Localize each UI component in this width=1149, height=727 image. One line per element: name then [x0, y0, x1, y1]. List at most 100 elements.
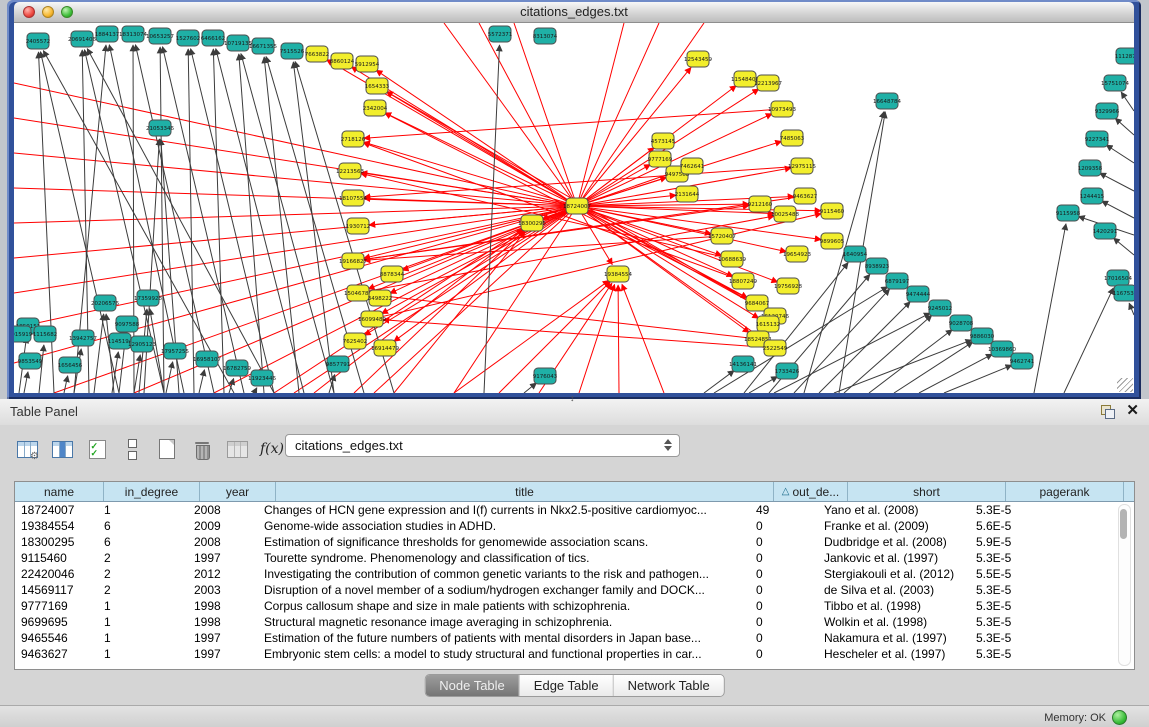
- citation-edge-black[interactable]: [64, 376, 68, 393]
- graph-node[interactable]: 10688639: [718, 251, 746, 267]
- citation-edge-black[interactable]: [24, 372, 28, 393]
- graph-node[interactable]: 1244415: [1080, 188, 1105, 204]
- table-cell[interactable]: 1: [98, 630, 188, 646]
- graph-node[interactable]: 1527602: [176, 30, 201, 46]
- table-cell[interactable]: Corpus callosum shape and size in male p…: [258, 598, 750, 614]
- table-cell[interactable]: 18300295: [15, 534, 98, 550]
- table-cell[interactable]: 49: [750, 502, 818, 518]
- table-cell[interactable]: 6: [98, 534, 188, 550]
- citation-edge-red[interactable]: [444, 23, 577, 206]
- graph-node[interactable]: 10973493: [768, 101, 796, 117]
- graph-node[interactable]: 16671355: [249, 38, 277, 54]
- graph-node[interactable]: 5572371: [488, 26, 513, 42]
- table-cell[interactable]: 5.3E-5: [970, 550, 1082, 566]
- graph-node[interactable]: 12213563: [336, 163, 364, 179]
- graph-node[interactable]: 12975115: [788, 158, 816, 174]
- table-cell[interactable]: 2008: [188, 502, 258, 518]
- table-cell[interactable]: Dudbridge et al. (2008): [818, 534, 970, 550]
- table-cell[interactable]: 9465546: [15, 630, 98, 646]
- table-row[interactable]: 1872400712008Changes of HCN gene express…: [15, 502, 1134, 518]
- graph-node[interactable]: 1654333: [365, 78, 390, 94]
- citation-edge-black[interactable]: [524, 383, 536, 393]
- split-resize-cursor[interactable]: ↕: [570, 393, 575, 403]
- table-cell[interactable]: de Silva et al. (2003): [818, 582, 970, 598]
- citation-edge-red[interactable]: [14, 83, 577, 206]
- table-cell[interactable]: 5.3E-5: [970, 582, 1082, 598]
- table-cell[interactable]: Estimation of the future numbers of pati…: [258, 630, 750, 646]
- citation-edge-black[interactable]: [1064, 288, 1113, 393]
- graph-node[interactable]: 20691406: [68, 31, 96, 47]
- new-table-button[interactable]: [154, 436, 180, 462]
- table-cell[interactable]: 5.9E-5: [970, 534, 1082, 550]
- graph-node[interactable]: 8313074: [533, 28, 558, 44]
- graph-node[interactable]: 16914479: [371, 340, 399, 356]
- table-row[interactable]: 1938455462009Genome-wide association stu…: [15, 518, 1134, 534]
- citation-edge-black[interactable]: [1115, 118, 1134, 135]
- graph-node[interactable]: 1167533: [1113, 285, 1134, 301]
- column-header-year[interactable]: year: [200, 482, 276, 501]
- graph-node[interactable]: 9097588: [115, 316, 140, 332]
- graph-node[interactable]: 9886030: [970, 328, 995, 344]
- table-cell[interactable]: Hescheler et al. (1997): [818, 646, 970, 662]
- table-cell[interactable]: 5.6E-5: [970, 518, 1082, 534]
- graph-node[interactable]: 9474444: [906, 286, 931, 302]
- graph-node[interactable]: 1615132: [756, 316, 781, 332]
- table-cell[interactable]: Yano et al. (2008): [818, 502, 970, 518]
- table-cell[interactable]: 0: [750, 598, 818, 614]
- citation-edge-black[interactable]: [1113, 238, 1134, 255]
- citation-edge-black[interactable]: [1121, 92, 1134, 111]
- tab-edge-table[interactable]: Edge Table: [520, 675, 614, 696]
- table-row[interactable]: 946362711997Embryonic stem cells: a mode…: [15, 646, 1134, 662]
- citation-edge-black[interactable]: [264, 57, 299, 393]
- citation-edge-black[interactable]: [160, 47, 164, 393]
- graph-node[interactable]: 19654923: [783, 246, 811, 262]
- graph-node[interactable]: 12213967: [754, 75, 782, 91]
- graph-node[interactable]: 7485063: [780, 130, 805, 146]
- table-cell[interactable]: 0: [750, 646, 818, 662]
- table-cell[interactable]: 0: [750, 582, 818, 598]
- graph-node[interactable]: 6879197: [885, 273, 910, 289]
- citation-edge-black[interactable]: [1102, 201, 1134, 218]
- graph-node[interactable]: 9462741: [1010, 353, 1035, 369]
- graph-node[interactable]: 1112873: [1115, 48, 1134, 64]
- citation-edge-red[interactable]: [382, 206, 577, 314]
- citation-edge-red[interactable]: [14, 206, 577, 363]
- resize-grip[interactable]: [1117, 378, 1133, 392]
- graph-node[interactable]: 2131644: [675, 186, 700, 202]
- table-cell[interactable]: Changes of HCN gene expression and I(f) …: [258, 502, 750, 518]
- citation-edge-black[interactable]: [39, 345, 44, 393]
- citation-edge-black[interactable]: [1129, 303, 1134, 315]
- citation-edge-black[interactable]: [94, 314, 104, 393]
- column-header-title[interactable]: title: [276, 482, 774, 501]
- citation-edge-black[interactable]: [919, 354, 992, 393]
- table-cell[interactable]: 5.3E-5: [970, 614, 1082, 630]
- graph-node[interactable]: 14136141: [729, 356, 757, 372]
- table-cell[interactable]: 5.3E-5: [970, 630, 1082, 646]
- graph-node[interactable]: 16958107: [193, 351, 221, 367]
- tab-node-table[interactable]: Node Table: [425, 675, 520, 696]
- table-settings-button[interactable]: ⚙: [14, 436, 40, 462]
- tab-network-table[interactable]: Network Table: [614, 675, 724, 696]
- graph-node[interactable]: 7625402: [343, 333, 368, 349]
- graph-node[interactable]: 18300295: [518, 215, 546, 231]
- graph-node[interactable]: 2342004: [363, 100, 388, 116]
- table-cell[interactable]: 0: [750, 614, 818, 630]
- table-cell[interactable]: Franke et al. (2009): [818, 518, 970, 534]
- table-cell[interactable]: 19384554: [15, 518, 98, 534]
- table-cell[interactable]: 2: [98, 566, 188, 582]
- table-cell[interactable]: 1: [98, 502, 188, 518]
- table-cell[interactable]: 1: [98, 646, 188, 662]
- table-cell[interactable]: Investigating the contribution of common…: [258, 566, 750, 582]
- graph-node[interactable]: 9857791: [326, 356, 351, 372]
- graph-node[interactable]: 18313074: [119, 26, 147, 42]
- table-cell[interactable]: Disruption of a novel member of a sodium…: [258, 582, 750, 598]
- citation-edge-red[interactable]: [514, 23, 577, 206]
- close-panel-icon[interactable]: ✕: [1126, 402, 1139, 420]
- citation-edge-black[interactable]: [293, 62, 334, 393]
- table-row[interactable]: 1830029562008Estimation of significance …: [15, 534, 1134, 550]
- citation-edge-black[interactable]: [254, 388, 257, 393]
- column-header-in_degree[interactable]: in_degree: [104, 482, 200, 501]
- table-cell[interactable]: 9463627: [15, 646, 98, 662]
- table-cell[interactable]: 1997: [188, 646, 258, 662]
- graph-node[interactable]: 9777169: [648, 151, 673, 167]
